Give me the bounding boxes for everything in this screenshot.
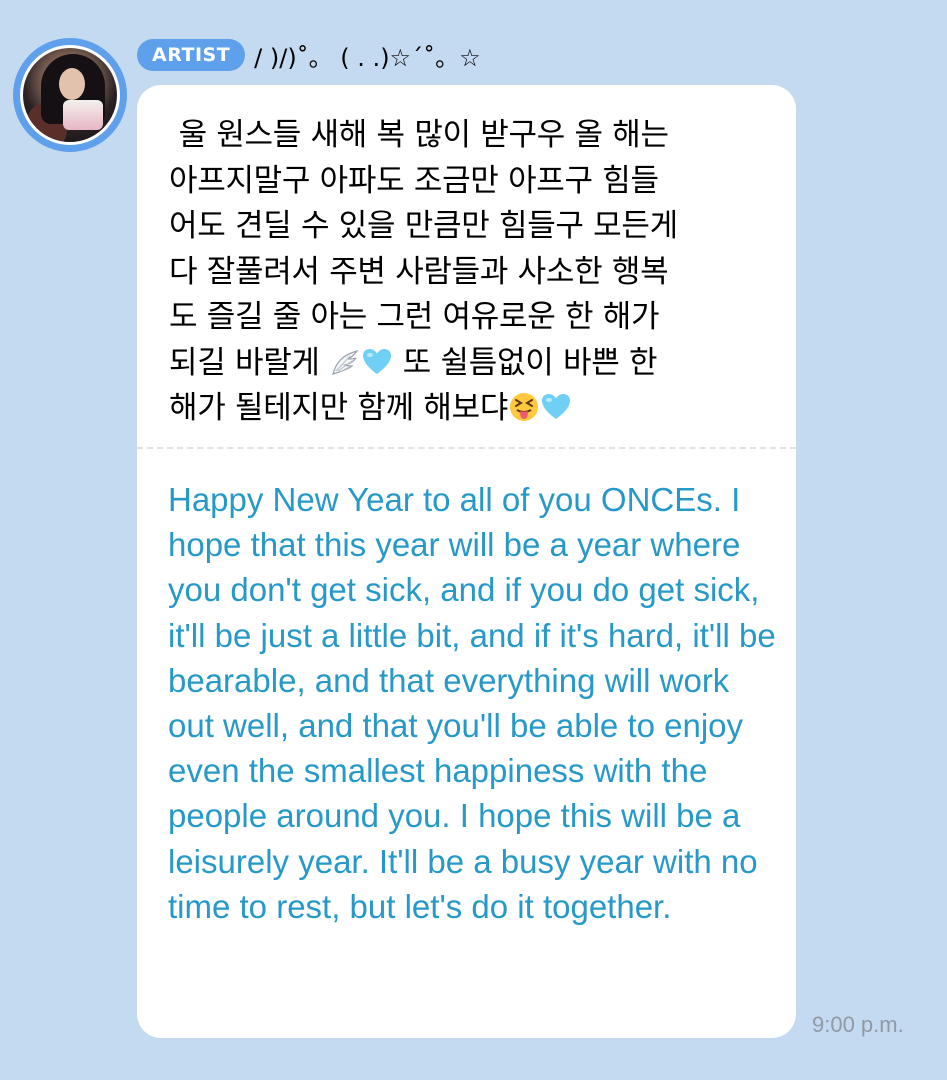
korean-line-5: 도 즐길 줄 아는 그런 여유로운 한 해가: [169, 299, 660, 335]
artist-badge: ARTIST: [137, 39, 246, 71]
korean-line-3: 어도 견딜 수 있을 만큼만 힘들구 모든게: [169, 208, 678, 244]
light-blue-heart-emoji: [542, 394, 571, 419]
korean-message: 울 원스들 새해 복 많이 받구우 올 해는 아프지말구 아파도 조금만 아프구…: [169, 113, 779, 432]
translated-message: Happy New Year to all of you ONCEs. I ho…: [168, 481, 776, 925]
korean-line-1: 울 원스들 새해 복 많이 받구우 올 해는: [169, 117, 669, 153]
squinting-tongue-emoji: [510, 393, 539, 421]
light-blue-heart-emoji: [363, 348, 392, 374]
wing-emoji: [332, 349, 359, 375]
sender-name[interactable]: / )/)˚。 ( . .)☆´˚。☆: [254, 38, 480, 73]
message-timestamp: 9:00 p.m.: [812, 1012, 904, 1037]
korean-line-2: 아프지말구 아파도 조금만 아프구 힘들: [169, 162, 659, 199]
avatar[interactable]: [13, 38, 127, 152]
translation-divider: [137, 447, 796, 449]
korean-line-4: 다 잘풀려서 주변 사람들과 사소한 행복: [169, 253, 669, 290]
korean-line-8: 해가 될테지만 함께 해보댜: [169, 390, 509, 426]
korean-line-6: 되길 바랄게: [169, 344, 330, 381]
message-header: ARTIST / )/)˚。 ( . .)☆´˚。☆: [137, 38, 481, 72]
message-bubble[interactable]: 울 원스들 새해 복 많이 받구우 올 해는 아프지말구 아파도 조금만 아프구…: [137, 85, 796, 1038]
avatar-photo: [20, 45, 120, 145]
korean-line-7: 또 쉴틈없이 바쁜 한: [393, 344, 658, 381]
